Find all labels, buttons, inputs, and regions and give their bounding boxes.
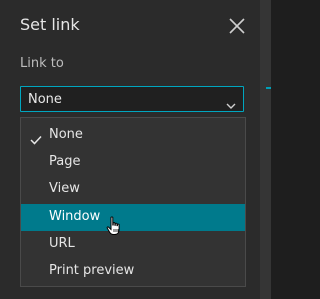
set-link-dialog: Set link Link to None None Page View Win…	[0, 0, 260, 299]
checkmark-icon	[30, 130, 42, 149]
chevron-down-icon	[226, 95, 236, 114]
option-label: URL	[49, 236, 75, 251]
option-label: Page	[49, 154, 81, 169]
link-to-label: Link to	[20, 56, 64, 71]
option-label: View	[49, 181, 80, 196]
option-view[interactable]: View	[21, 176, 245, 203]
option-window[interactable]: Window	[21, 204, 245, 231]
option-none[interactable]: None	[21, 122, 245, 149]
close-icon	[229, 18, 245, 34]
dialog-title: Set link	[20, 15, 80, 34]
option-label: Window	[49, 209, 101, 224]
accent-line	[266, 87, 271, 89]
option-page[interactable]: Page	[21, 149, 245, 176]
option-label: None	[49, 127, 83, 142]
option-label: Print preview	[49, 263, 135, 278]
link-to-selected-value: None	[28, 92, 62, 107]
hand-pointer-cursor-icon	[106, 216, 124, 240]
link-to-dropdown-menu: None Page View Window URL Print preview	[20, 117, 246, 287]
option-url[interactable]: URL	[21, 231, 245, 258]
background-panel-edge	[260, 0, 271, 299]
option-print-preview[interactable]: Print preview	[21, 258, 245, 285]
close-button[interactable]	[226, 15, 248, 37]
link-to-select[interactable]: None	[20, 86, 244, 112]
